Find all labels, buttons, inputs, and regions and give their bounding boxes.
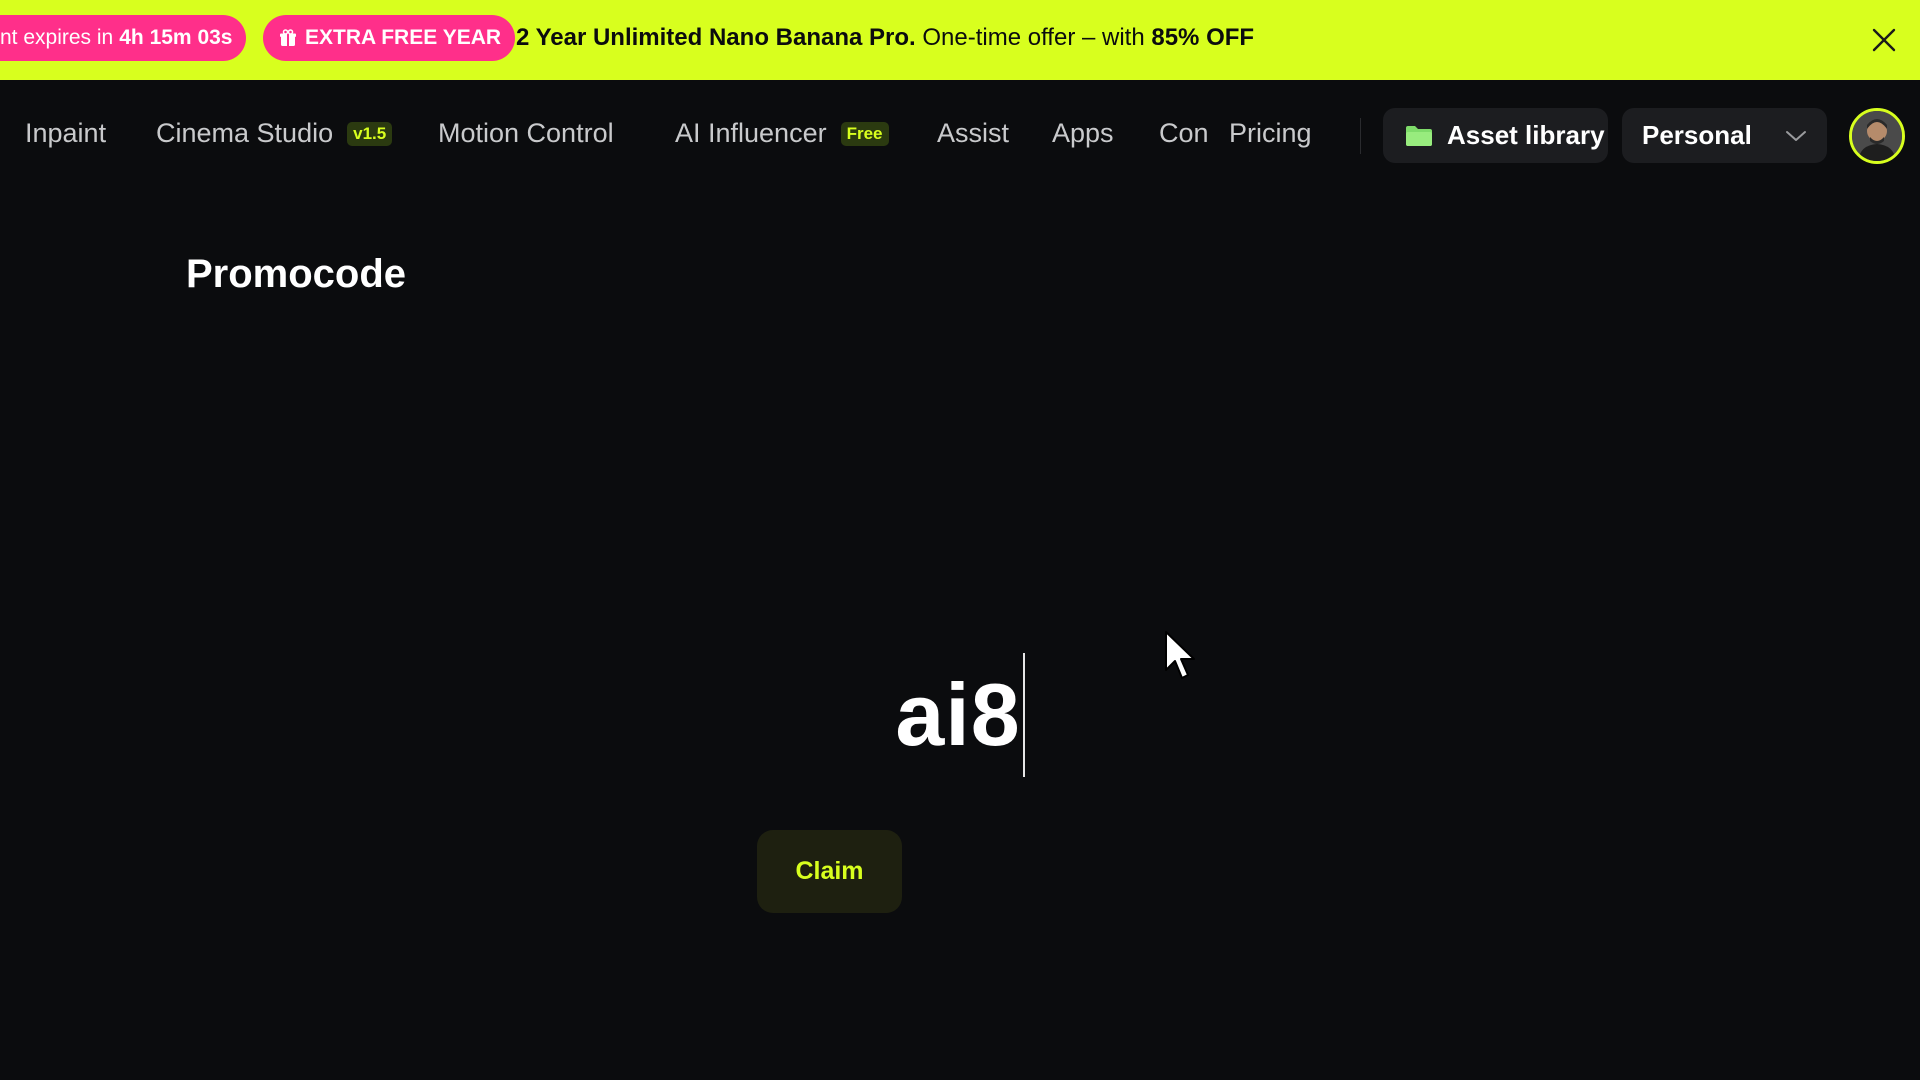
nav-item-label: Assist: [937, 118, 1010, 148]
nav-item-label: Pricing: [1229, 118, 1312, 148]
nav-item-ai-influencer[interactable]: AI Influencer Free: [675, 118, 889, 149]
nav-item-label: Apps: [1052, 118, 1114, 148]
promocode-value: ai8: [895, 665, 1021, 764]
extra-free-year-pill[interactable]: EXTRA FREE YEAR: [263, 15, 516, 61]
user-avatar-icon: [1852, 111, 1902, 161]
nav-item-label: Inpaint: [25, 118, 107, 148]
avatar[interactable]: [1849, 108, 1905, 164]
countdown-value: 4h 15m 03s: [119, 26, 233, 49]
text-caret: [1022, 653, 1025, 777]
extra-free-year-label: EXTRA FREE YEAR: [305, 26, 502, 49]
workspace-label: Personal: [1642, 120, 1752, 150]
asset-library-button[interactable]: Asset library: [1383, 108, 1608, 163]
nav-divider: [1360, 118, 1361, 154]
nav-item-inpaint[interactable]: Inpaint: [25, 118, 106, 149]
close-icon: [1872, 28, 1896, 52]
page-title: Promocode: [186, 252, 407, 296]
countdown-pill: nt expires in 4h 15m 03s: [0, 15, 247, 61]
nav-item-pricing[interactable]: Pricing: [1229, 118, 1312, 149]
version-badge: v1.5: [347, 121, 393, 146]
mouse-pointer-icon: [1165, 631, 1195, 679]
nav-item-community[interactable]: Con: [1159, 118, 1209, 149]
chevron-down-icon: [1786, 130, 1806, 141]
banner-close-button[interactable]: [1866, 22, 1902, 58]
nav-item-motion-control[interactable]: Motion Control: [438, 118, 614, 149]
nav-item-assist[interactable]: Assist: [937, 118, 1009, 149]
workspace-select[interactable]: Personal: [1622, 108, 1827, 163]
offer-description: One-time offer – with: [922, 24, 1145, 51]
nav-item-apps[interactable]: Apps: [1052, 118, 1114, 149]
asset-library-label: Asset library: [1447, 120, 1605, 150]
countdown-prefix: nt expires in: [0, 26, 114, 49]
nav-item-label: Motion Control: [438, 118, 614, 148]
claim-button[interactable]: Claim: [757, 830, 902, 913]
offer-discount: 85% OFF: [1151, 24, 1255, 51]
nav-item-label: Cinema Studio: [156, 118, 334, 148]
promo-banner: nt expires in 4h 15m 03s EXTRA FREE YEAR…: [0, 0, 1920, 80]
nav-item-cinema-studio[interactable]: Cinema Studio v1.5: [156, 118, 393, 149]
offer-text: 2 Year Unlimited Nano Banana Pro. One-ti…: [516, 24, 1254, 52]
nav-item-label: Con: [1159, 118, 1209, 148]
free-badge: Free: [840, 121, 889, 146]
nav-item-label: AI Influencer: [675, 118, 827, 148]
gift-icon: [280, 29, 296, 46]
claim-label: Claim: [795, 857, 864, 885]
offer-headline: 2 Year Unlimited Nano Banana Pro.: [516, 24, 916, 51]
folder-icon: [1406, 125, 1432, 146]
